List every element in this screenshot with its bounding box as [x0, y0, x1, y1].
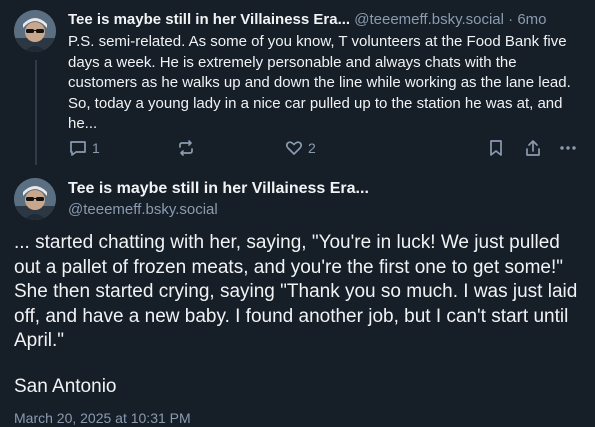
- thread-line: [35, 60, 37, 165]
- post-age[interactable]: 6mo: [517, 11, 546, 28]
- reply-count: 1: [92, 140, 100, 156]
- more-icon: [560, 146, 576, 150]
- parent-author-handle[interactable]: @teeemeff.bsky.social: [354, 11, 504, 28]
- repost-icon: [179, 140, 193, 156]
- reply-button[interactable]: 1: [68, 138, 100, 158]
- parent-post-header: Tee is maybe still in her Villainess Era…: [68, 10, 585, 30]
- share-button[interactable]: [523, 138, 543, 158]
- like-count: 2: [308, 140, 316, 156]
- post-timestamp[interactable]: March 20, 2025 at 10:31 PM: [14, 410, 191, 426]
- main-author-name[interactable]: Tee is maybe still in her Villainess Era…: [68, 180, 369, 198]
- bookmark-button[interactable]: [486, 138, 506, 158]
- avatar-image: [14, 10, 56, 52]
- avatar-image: [14, 178, 56, 220]
- main-post-text: ... started chatting with her, saying, "…: [14, 232, 578, 351]
- reply-icon: [70, 141, 86, 156]
- more-options-button[interactable]: [558, 138, 578, 158]
- parent-post-text[interactable]: P.S. semi-related. As some of you know, …: [68, 32, 583, 135]
- parent-author-name[interactable]: Tee is maybe still in her Villainess Era…: [68, 11, 350, 28]
- avatar[interactable]: [14, 10, 56, 52]
- avatar[interactable]: [14, 178, 56, 220]
- parent-post-actions: 1 2: [68, 138, 580, 158]
- post-location: San Antonio: [14, 376, 117, 397]
- like-button[interactable]: 2: [284, 138, 316, 158]
- like-icon: [285, 141, 303, 155]
- bookmark-icon: [490, 140, 502, 156]
- share-icon: [526, 140, 540, 156]
- main-author-handle[interactable]: @teeemeff.bsky.social: [68, 201, 218, 218]
- repost-button[interactable]: [176, 138, 200, 158]
- separator: ·: [508, 11, 514, 28]
